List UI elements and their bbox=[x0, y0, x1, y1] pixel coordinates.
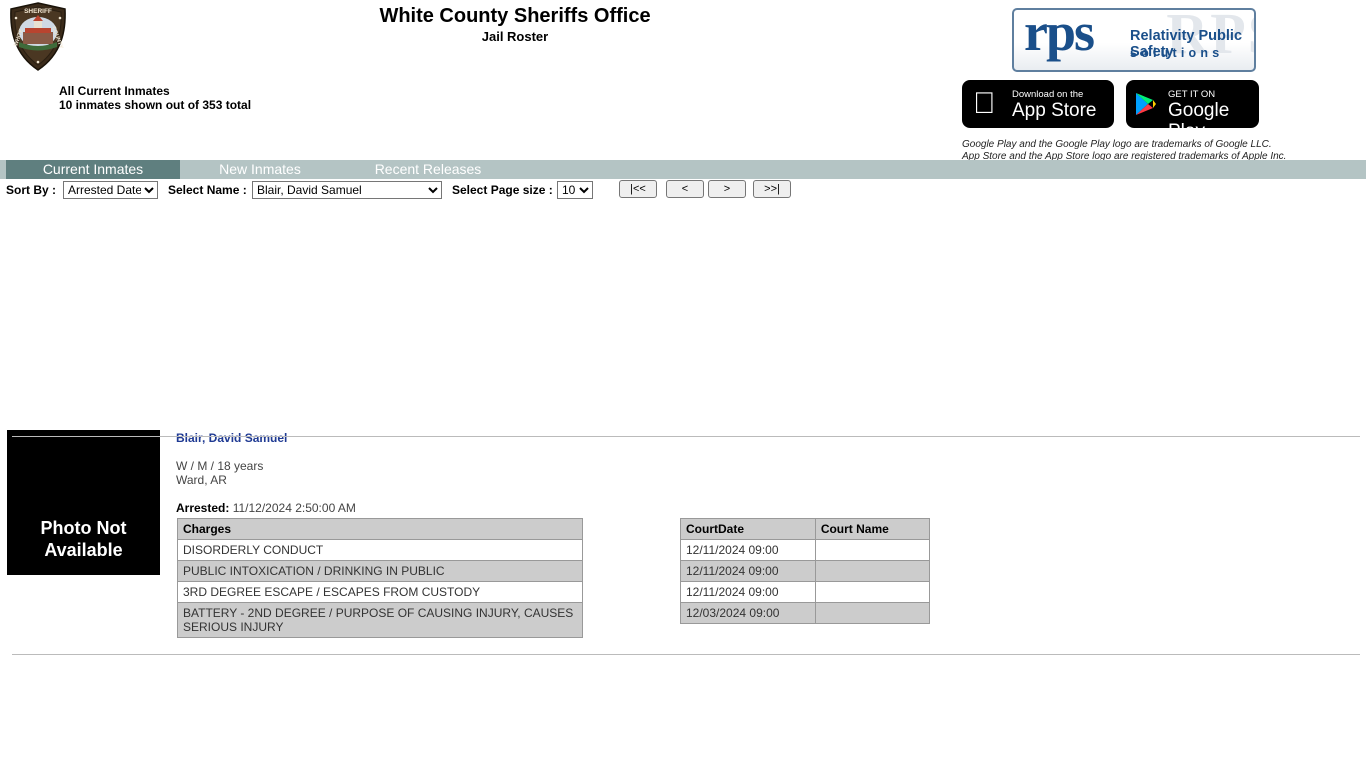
google-play-badge[interactable]: GET IT ON Google Play bbox=[1126, 80, 1259, 128]
tab-recent-releases[interactable]: Recent Releases bbox=[348, 160, 508, 179]
select-name-label: Select Name : bbox=[168, 183, 247, 197]
page-subtitle: Jail Roster bbox=[481, 29, 549, 44]
trademark-disclaimer: Google Play and the Google Play logo are… bbox=[962, 139, 1286, 162]
tab-current-inmates[interactable]: Current Inmates bbox=[6, 160, 180, 179]
google-play-badge-line2: Google Play bbox=[1168, 100, 1230, 128]
inmate-record: Photo Not Available Blair, David Samuel … bbox=[0, 204, 1366, 638]
app-store-badge-line1: Download on the bbox=[1012, 89, 1084, 100]
sort-by-label: Sort By : bbox=[6, 183, 57, 197]
inmate-record: Victory, William U / M / 39 years , bbox=[0, 618, 1366, 722]
next-page-button[interactable]: > bbox=[708, 180, 746, 198]
last-page-button[interactable]: >>| bbox=[753, 180, 791, 198]
jail-roster-page: SHERIFF WHITE COUNTY White County Sherif… bbox=[0, 0, 1366, 768]
rps-logo[interactable]: RPS rps Relativity Public Safety solutio… bbox=[1012, 8, 1256, 72]
page-title-block: White County Sheriffs Office Jail Roster bbox=[0, 4, 1030, 45]
roster-tabs: Current Inmates New Inmates Recent Relea… bbox=[0, 160, 1366, 179]
prev-page-button[interactable]: < bbox=[666, 180, 704, 198]
page-size-select[interactable]: 10 bbox=[557, 181, 593, 199]
rps-wordmark: rps bbox=[1024, 8, 1095, 62]
tab-new-inmates[interactable]: New Inmates bbox=[180, 160, 340, 179]
filter-bar: Sort By : Arrested Date Select Name : Bl… bbox=[0, 179, 1366, 204]
page-header: SHERIFF WHITE COUNTY White County Sherif… bbox=[0, 0, 1366, 162]
google-play-badge-line1: GET IT ON bbox=[1168, 89, 1216, 100]
sort-by-select[interactable]: Arrested Date bbox=[63, 181, 158, 199]
inmate-record: Hart, Stedman Ashton B / M / 28 years Se… bbox=[0, 416, 1366, 618]
page-title: White County Sheriffs Office bbox=[379, 5, 651, 27]
trademark-line-1: Google Play and the Google Play logo are… bbox=[962, 139, 1272, 150]
first-page-button[interactable]: |<< bbox=[619, 180, 657, 198]
app-store-badge-line2: App Store bbox=[1012, 100, 1097, 121]
roster-summary: All Current Inmates 10 inmates shown out… bbox=[59, 84, 251, 112]
rps-tagline-secondary: solutions bbox=[1130, 46, 1224, 60]
select-name-select[interactable]: Blair, David Samuel bbox=[252, 181, 442, 199]
apple-logo-icon:  bbox=[973, 89, 996, 119]
page-size-label: Select Page size : bbox=[452, 183, 553, 197]
roster-count: 10 inmates shown out of 353 total bbox=[59, 98, 252, 112]
roster-scope: All Current Inmates bbox=[59, 84, 170, 98]
app-store-badge[interactable]:  Download on the App Store bbox=[962, 80, 1114, 128]
